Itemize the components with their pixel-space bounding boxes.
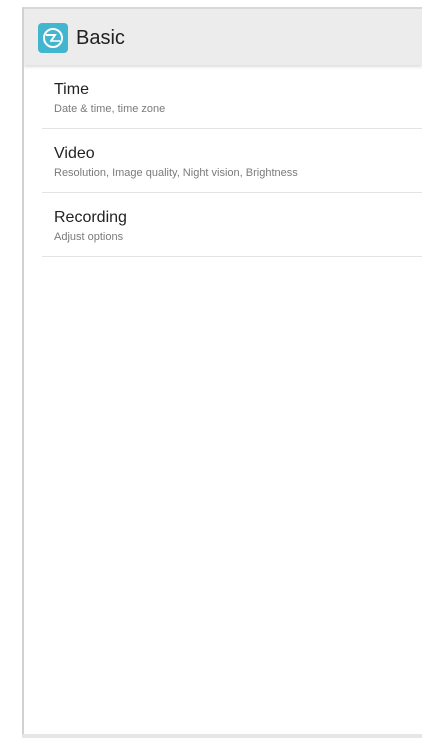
bottom-divider — [22, 734, 422, 738]
page-title: Basic — [76, 27, 125, 49]
settings-item-time[interactable]: Time Date & time, time zone — [42, 65, 422, 129]
app-window: Basic Time Date & time, time zone Video … — [22, 7, 422, 738]
settings-item-subtitle: Adjust options — [54, 231, 124, 243]
settings-item-subtitle: Resolution, Image quality, Night vision,… — [54, 167, 298, 179]
settings-item-title: Video — [54, 145, 95, 162]
settings-item-title: Time — [54, 81, 89, 98]
settings-item-title: Recording — [54, 209, 127, 226]
camera-lens-icon — [38, 23, 68, 53]
settings-item-subtitle: Date & time, time zone — [54, 103, 166, 115]
settings-list: Time Date & time, time zone Video Resolu… — [42, 65, 422, 257]
settings-item-video[interactable]: Video Resolution, Image quality, Night v… — [42, 129, 422, 193]
app-header: Basic — [24, 9, 422, 65]
settings-item-recording[interactable]: Recording Adjust options — [42, 193, 422, 257]
